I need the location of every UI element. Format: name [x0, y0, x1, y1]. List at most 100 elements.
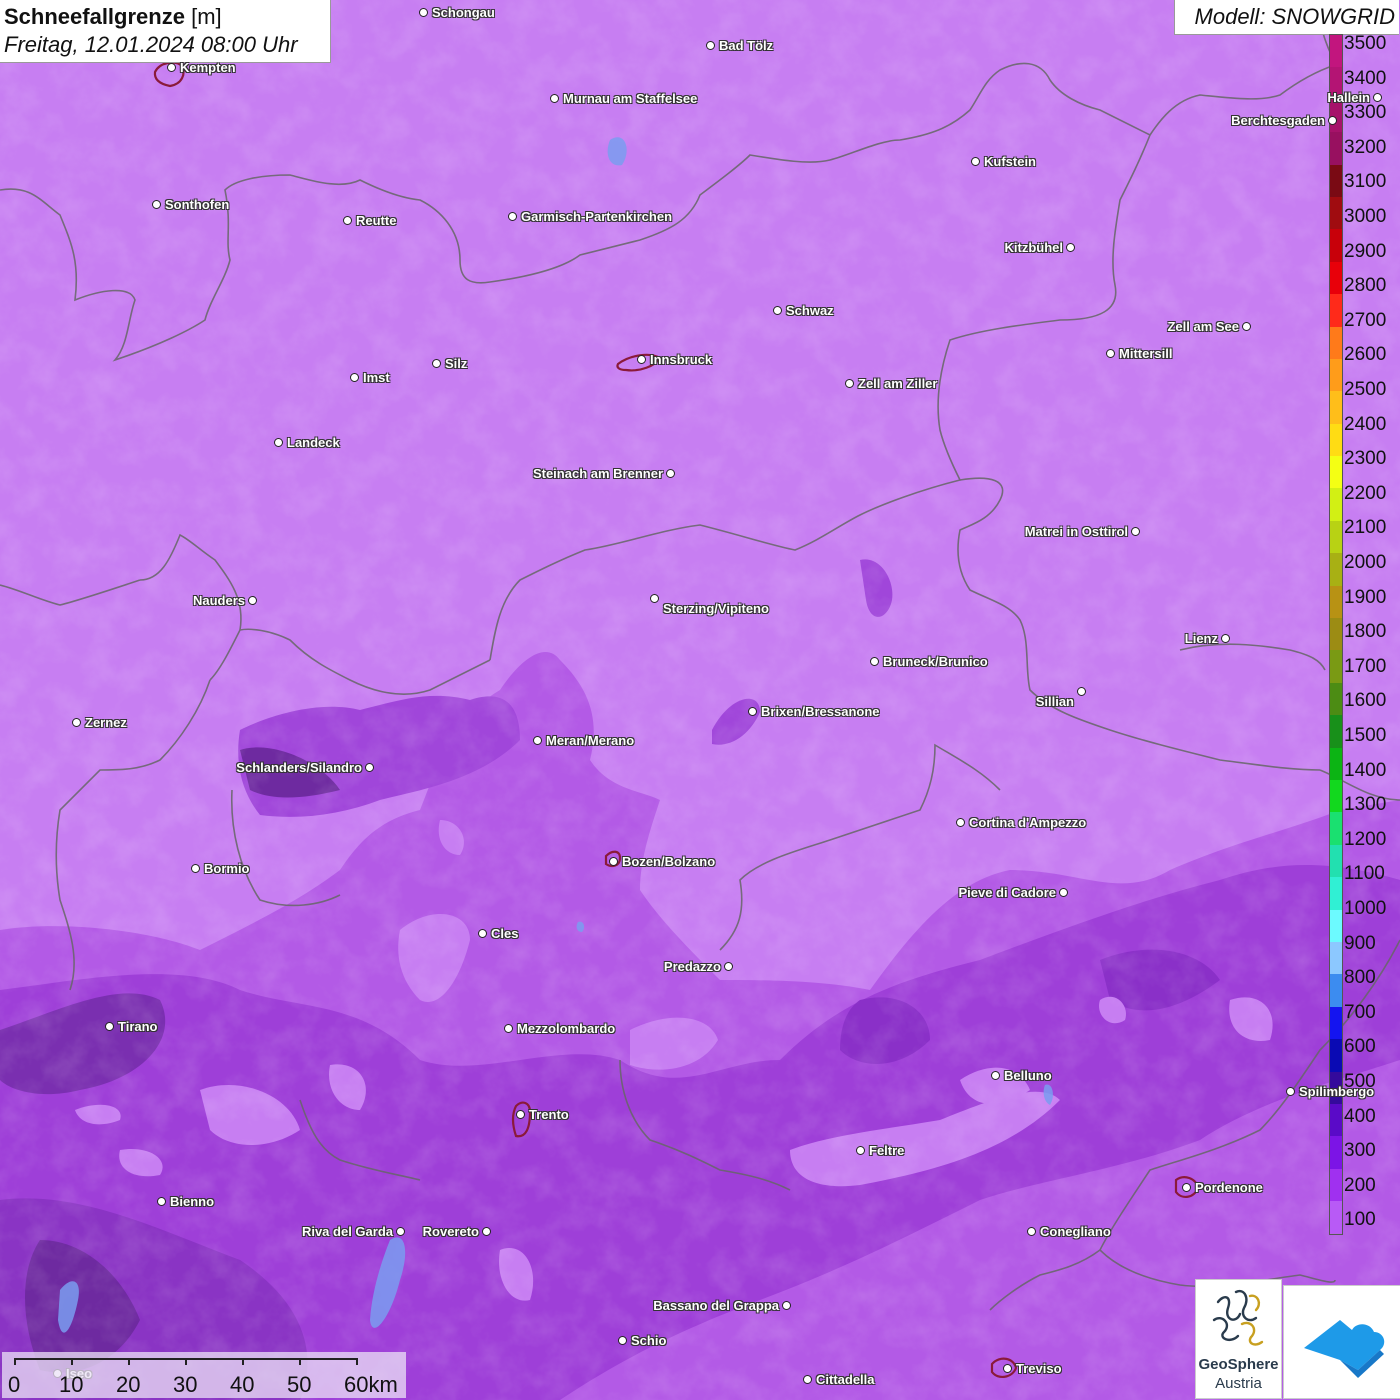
scale-tick — [185, 1358, 187, 1365]
city-dot-icon — [1221, 634, 1230, 643]
legend-label: 200 — [1344, 1174, 1376, 1196]
city-dot-icon — [157, 1197, 166, 1206]
legend-label: 1900 — [1344, 586, 1387, 608]
city-dot-icon — [419, 8, 428, 17]
city-dot-icon — [724, 962, 733, 971]
legend-swatch — [1330, 261, 1342, 295]
legend-swatch — [1330, 456, 1342, 489]
legend-label: 1200 — [1344, 828, 1387, 850]
city-label: Lienz — [1184, 631, 1218, 646]
city-label: Rovereto — [422, 1224, 479, 1239]
city-dot-icon — [666, 469, 675, 478]
city-dot-icon — [1106, 349, 1115, 358]
city-dot-icon — [350, 373, 359, 382]
legend-swatch — [1330, 132, 1342, 165]
city-label: Bormio — [204, 861, 250, 876]
city-label: Steinach am Brenner — [532, 466, 663, 481]
legend-swatch — [1330, 294, 1342, 327]
weather-app-icon — [1304, 1320, 1385, 1378]
legend-label: 3000 — [1344, 206, 1387, 227]
legend-swatch — [1330, 488, 1342, 521]
city-dot-icon — [72, 718, 81, 727]
city-dot-icon — [637, 355, 646, 364]
city-dot-icon — [1131, 527, 1140, 536]
scale-tick — [128, 1358, 130, 1365]
city-label: Landeck — [287, 435, 340, 450]
city-label: Hallein — [1327, 90, 1370, 105]
city-dot-icon — [1373, 93, 1382, 102]
scale-label: 0 — [8, 1372, 21, 1397]
legend-swatch — [1330, 1136, 1342, 1169]
legend-swatch — [1330, 779, 1342, 813]
city-label: Zernez — [85, 715, 127, 730]
legend-label: 2700 — [1344, 309, 1387, 331]
city-label: Conegliano — [1040, 1224, 1111, 1239]
city-label: Garmisch-Partenkirchen — [521, 209, 673, 224]
city-dot-icon — [365, 763, 374, 772]
city-label: Cittadella — [816, 1372, 875, 1387]
city-dot-icon — [1286, 1087, 1295, 1096]
city-dot-icon — [1003, 1364, 1012, 1373]
city-dot-icon — [971, 157, 980, 166]
city-label: Mittersill — [1119, 346, 1173, 361]
legend-swatch — [1330, 520, 1342, 554]
city-dot-icon — [396, 1227, 405, 1236]
city-dot-icon — [1027, 1227, 1036, 1236]
city-dot-icon — [609, 857, 618, 866]
legend-label: 2100 — [1344, 517, 1387, 539]
legend-label: 3200 — [1344, 136, 1387, 158]
legend-swatch — [1330, 1006, 1342, 1040]
city-label: Brixen/Bressanone — [761, 704, 880, 719]
city-dot-icon — [432, 359, 441, 368]
legend-label: 2800 — [1344, 275, 1387, 297]
city-label: Kufstein — [984, 154, 1036, 169]
legend-swatch — [1330, 1103, 1342, 1137]
city-dot-icon — [650, 594, 659, 603]
map-title: Schneefallgrenze [m] — [4, 4, 222, 29]
legend-swatch — [1330, 682, 1342, 716]
snowfall-limit-map: Schneefallgrenze [m] Freitag, 12.01.2024… — [0, 0, 1400, 1400]
city-label: Zell am Ziller — [858, 376, 938, 391]
legend-swatch — [1330, 618, 1342, 651]
legend-label: 1700 — [1344, 655, 1387, 677]
city-label: Sterzing/Vipiteno — [663, 601, 769, 616]
city-dot-icon — [274, 438, 283, 447]
city-dot-icon — [1077, 687, 1086, 696]
scale-tick — [71, 1358, 73, 1365]
legend-label: 1400 — [1344, 759, 1387, 781]
legend-label: 700 — [1344, 1001, 1376, 1023]
legend-label: 2500 — [1344, 379, 1387, 400]
legend-label: 400 — [1344, 1105, 1376, 1127]
legend-label: 900 — [1344, 932, 1376, 954]
city-label: Bad Tölz — [719, 38, 774, 53]
city-dot-icon — [803, 1375, 812, 1384]
legend-swatch — [1330, 974, 1342, 1007]
city-label: Schongau — [432, 5, 495, 20]
city-dot-icon — [482, 1227, 491, 1236]
city-dot-icon — [748, 707, 757, 716]
legend-label: 2400 — [1344, 413, 1387, 435]
color-legend-bar — [1329, 34, 1343, 1235]
legend-label: 1600 — [1344, 690, 1387, 712]
city-dot-icon — [533, 736, 542, 745]
city-dot-icon — [845, 379, 854, 388]
city-label: Reutte — [356, 213, 397, 228]
city-label: Imst — [363, 370, 390, 385]
city-dot-icon — [991, 1071, 1000, 1080]
city-dot-icon — [1059, 888, 1068, 897]
scale-tick — [299, 1358, 301, 1365]
city-dot-icon — [618, 1336, 627, 1345]
city-label: Nauders — [192, 593, 245, 608]
legend-swatch — [1330, 585, 1342, 619]
legend-label: 3400 — [1344, 67, 1387, 89]
city-dot-icon — [508, 212, 517, 221]
scale-tick — [356, 1358, 358, 1365]
scale-bar: 0 10 20 30 40 50 60km — [2, 1352, 406, 1398]
legend-swatch — [1330, 844, 1342, 878]
legend-swatch — [1330, 747, 1342, 780]
legend-swatch — [1330, 941, 1342, 975]
city-label: Pieve di Cadore — [958, 885, 1056, 900]
city-label: Innsbruck — [650, 352, 713, 367]
city-label: Schio — [631, 1333, 667, 1348]
legend-swatch — [1330, 553, 1342, 586]
